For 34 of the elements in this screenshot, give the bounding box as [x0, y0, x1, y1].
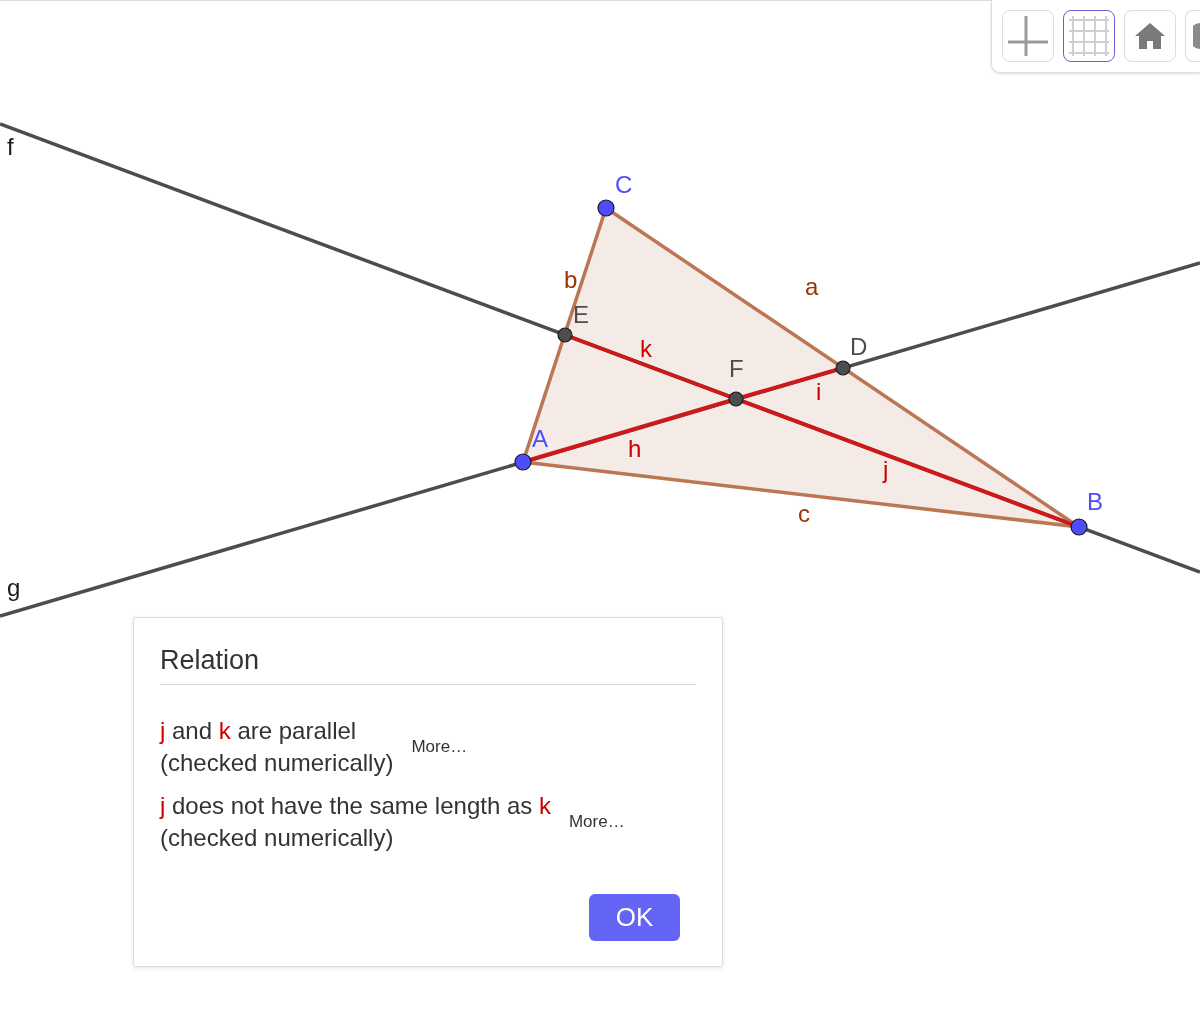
dialog-title: Relation	[160, 644, 260, 677]
more-link[interactable]: More…	[411, 737, 468, 757]
ok-button[interactable]: OK	[589, 894, 680, 941]
point-label: E	[573, 301, 589, 328]
side-label: c	[798, 500, 810, 527]
segment-label: h	[628, 435, 642, 462]
grid-icon	[1069, 16, 1109, 56]
point-icon[interactable]	[1070, 518, 1088, 536]
axes-button[interactable]	[1002, 10, 1054, 62]
point-icon[interactable]	[514, 453, 532, 471]
more-link[interactable]: More…	[568, 812, 625, 832]
segment-label: j	[883, 456, 889, 483]
point-label: F	[729, 355, 744, 382]
segment-label: i	[816, 378, 822, 405]
relation-message: j does not have the same length as k (checked numerically)	[160, 791, 551, 853]
point-icon[interactable]	[835, 360, 851, 376]
point-label: C	[615, 171, 633, 198]
point-icon[interactable]	[728, 391, 744, 407]
home-icon	[1135, 23, 1165, 49]
point-icon[interactable]	[557, 327, 573, 343]
axes-icon	[1008, 16, 1048, 56]
point-label: D	[850, 333, 868, 360]
side-label: b	[564, 266, 578, 293]
segment-label: k	[640, 335, 652, 362]
point-label: A	[532, 425, 548, 452]
point-icon[interactable]	[597, 199, 615, 217]
line-label: g	[7, 574, 21, 601]
grid-button[interactable]	[1063, 10, 1115, 62]
relation-message: j and k are parallel (checked numerically)	[160, 716, 394, 778]
point-label: B	[1087, 488, 1103, 515]
toolbar-button[interactable]	[1185, 10, 1200, 62]
side-label: a	[805, 273, 819, 300]
home-button[interactable]	[1124, 10, 1176, 62]
line-label: f	[7, 133, 14, 160]
